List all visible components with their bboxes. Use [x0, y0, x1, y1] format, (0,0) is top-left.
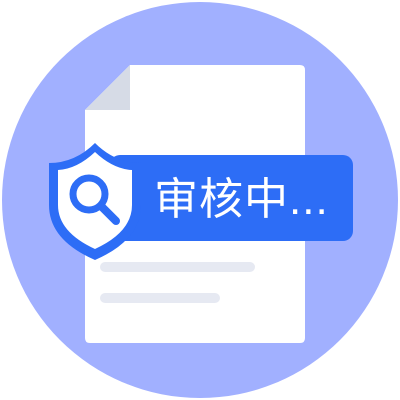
illustration-svg: 审核中...: [2, 2, 398, 398]
document-text-line: [100, 262, 255, 272]
status-label: 审核中...: [154, 175, 329, 224]
review-status-illustration: 审核中...: [0, 0, 400, 400]
document-text-line: [100, 293, 220, 303]
